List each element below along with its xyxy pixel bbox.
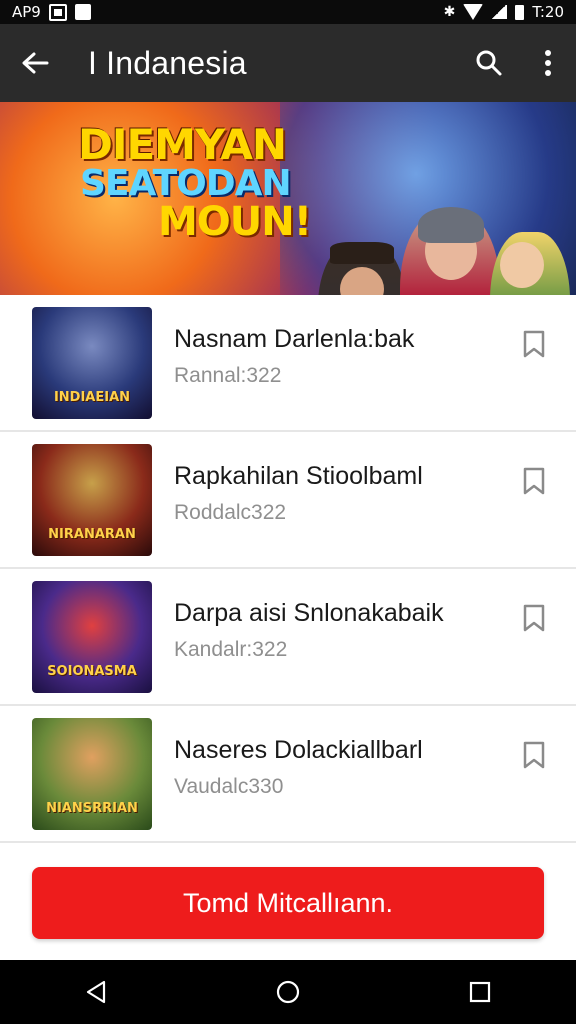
list-item-text: Naseres Dolackiallbarl Vaudalc330 [174,736,423,799]
triangle-back-icon [86,980,106,1004]
hero-banner[interactable]: DIEMYAN SEATODAN MOUN! [0,102,576,295]
list-item[interactable]: SOIONASMA Darpa aisi Snlonakabaik Kandal… [0,569,576,706]
list-item-text: Darpa aisi Snlonakabaik Kandalr:322 [174,599,444,662]
app-bar: I Indanesia [0,24,576,102]
nav-recents-button[interactable] [450,962,510,1022]
list-item-subtitle: Roddalc322 [174,501,287,524]
nav-home-button[interactable] [258,962,318,1022]
thumbnail-label: NIANSRRIAN [46,800,138,816]
list-item-title: Naseres Dolackiallbarl [174,736,423,764]
banner-line-2: SEATODAN [80,163,292,204]
banner-line-3: MOUN! [158,199,312,245]
list-item[interactable]: NIRANARAN Rapkahilan Stioolbaml Roddalc3… [0,432,576,569]
clock-text: T:20 [532,3,564,21]
bookmark-icon[interactable] [522,604,546,632]
page-title: I Indanesia [88,44,247,81]
carrier-text: AP9 [12,3,41,21]
signal-icon [491,5,508,19]
nav-back-button[interactable] [66,962,126,1022]
more-vertical-icon [545,50,551,76]
list-item[interactable]: NIANSRRIAN Naseres Dolackiallbarl Vaudal… [0,706,576,843]
more-options-button[interactable] [520,24,576,102]
game-thumbnail: SOIONASMA [32,580,152,693]
system-navigation-bar [0,960,576,1024]
list-item-subtitle: Kandalr:322 [174,638,288,661]
primary-action-button[interactable]: Tomd Mitcallıann. [32,867,544,939]
game-thumbnail: INDIAEIAN [32,306,152,419]
list-item-subtitle: Vaudalc330 [174,775,284,798]
bookmark-icon[interactable] [522,741,546,769]
list-item[interactable]: INDIAEIAN Nasnam Darlenla:bak Rannal:322 [0,295,576,432]
list-item-text: Nasnam Darlenla:bak Rannal:322 [174,325,414,388]
list-item-subtitle: Rannal:322 [174,364,282,387]
bookmark-icon[interactable] [522,330,546,358]
thumbnail-label: NIRANARAN [48,526,136,542]
circle-home-icon [276,980,300,1004]
status-right: ✱ T:20 [444,3,564,21]
thumbnail-label: INDIAEIAN [53,389,131,405]
banner-line-1: DIEMYAN [78,120,287,169]
notification-square-icon [74,4,91,20]
square-recents-icon [469,981,491,1003]
banner-character-2-helmet [418,207,484,243]
status-bar: AP9 ✱ T:20 [0,0,576,24]
game-thumbnail: NIRANARAN [32,443,152,556]
notification-icon [48,3,67,21]
list-item-text: Rapkahilan Stioolbaml Roddalc322 [174,462,423,525]
bookmark-icon[interactable] [522,467,546,495]
wifi-icon [463,4,484,20]
back-button[interactable] [0,24,70,102]
banner-logo: DIEMYAN SEATODAN MOUN! [78,120,312,245]
do-not-disturb-icon: ✱ [443,4,456,20]
arrow-left-icon [22,52,49,74]
game-list: INDIAEIAN Nasnam Darlenla:bak Rannal:322… [0,295,576,843]
battery-icon [515,4,525,20]
banner-character-1-hat [330,242,394,264]
list-item-title: Nasnam Darlenla:bak [174,325,415,353]
search-button[interactable] [458,24,520,102]
banner-character-3-head [500,242,544,288]
game-thumbnail: NIANSRRIAN [32,717,152,830]
status-left: AP9 [12,3,91,21]
list-item-title: Darpa aisi Snlonakabaik [174,599,444,627]
list-item-title: Rapkahilan Stioolbaml [174,462,423,490]
search-icon [476,50,502,76]
thumbnail-label: SOIONASMA [47,663,137,679]
